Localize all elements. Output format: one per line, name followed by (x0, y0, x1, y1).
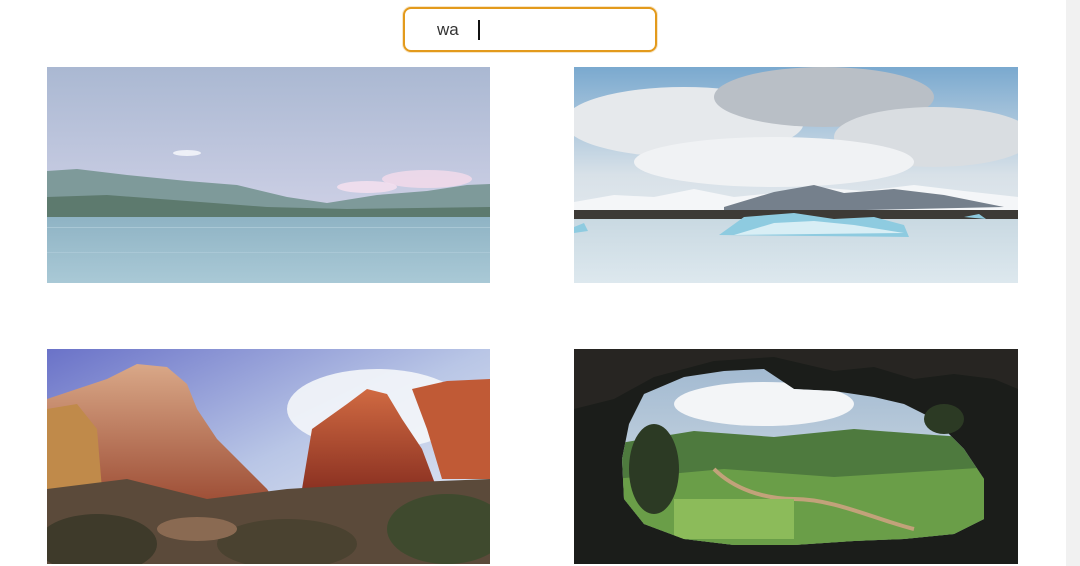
text-caret (478, 20, 480, 40)
lake-mountains-photo (47, 67, 490, 283)
gallery-image-glacier[interactable] (574, 67, 1018, 283)
red-rock-canyon-photo (47, 349, 490, 564)
search-input[interactable] (437, 18, 637, 42)
image-search-page (0, 0, 1080, 566)
gallery-image-cave[interactable] (574, 349, 1018, 564)
vertical-scrollbar[interactable] (1066, 0, 1080, 566)
cave-opening-valley-photo (574, 349, 1018, 564)
gallery-image-canyon[interactable] (47, 349, 490, 564)
search-box[interactable] (403, 7, 657, 52)
glacier-lagoon-photo (574, 67, 1018, 283)
gallery-image-lake[interactable] (47, 67, 490, 283)
